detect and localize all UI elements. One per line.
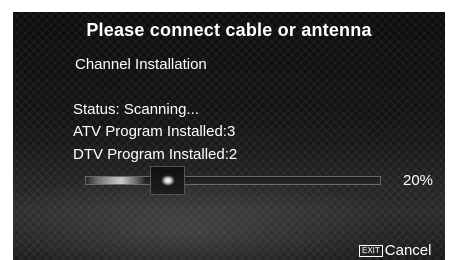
scan-progress-bar	[85, 176, 381, 185]
scan-status: Status: Scanning...	[73, 101, 199, 118]
channel-installation-dialog: Please connect cable or antenna Channel …	[13, 12, 445, 260]
exit-key-icon: EXIT	[359, 244, 383, 257]
section-heading: Channel Installation	[75, 56, 207, 73]
screen-frame: Please connect cable or antenna Channel …	[0, 0, 456, 260]
atv-installed-count: ATV Program Installed:3	[73, 123, 236, 140]
dialog-title: Please connect cable or antenna	[86, 20, 372, 40]
dtv-installed-count: DTV Program Installed:2	[73, 146, 238, 163]
scan-progress-fill	[86, 177, 145, 184]
progress-percent: 20%	[403, 172, 434, 189]
cancel-button[interactable]: EXIT Cancel	[359, 242, 431, 259]
cancel-label: Cancel	[384, 242, 432, 259]
scan-progress-glow	[161, 175, 175, 186]
